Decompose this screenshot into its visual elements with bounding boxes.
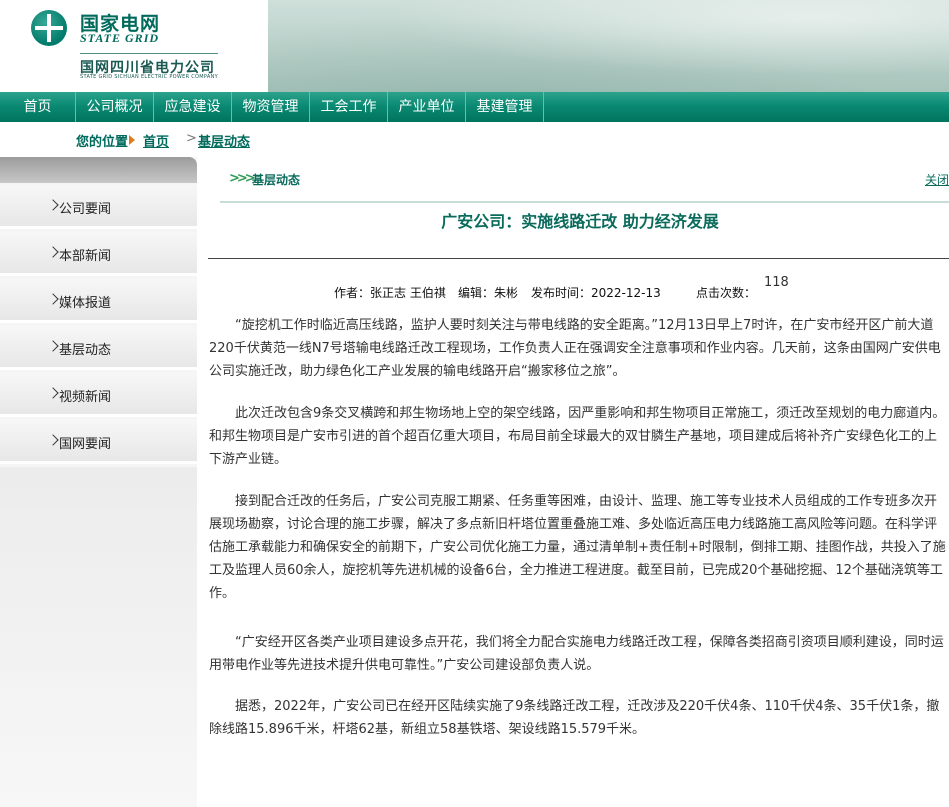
article-date: 发布时间：2022-12-13 — [531, 286, 661, 300]
sidebar-item-label: 基层动态 — [59, 343, 112, 358]
nav-item-construction[interactable]: 基建管理 — [466, 92, 544, 122]
section-title: 基层动态 — [252, 173, 301, 187]
main-nav: 首页 公司概况 应急建设 物资管理 工会工作 产业单位 基建管理 — [0, 92, 949, 122]
article-hits-count: 118 — [764, 275, 789, 290]
chevron-right-icon — [47, 246, 59, 258]
nav-item-materials[interactable]: 物资管理 — [232, 92, 310, 122]
sidebar-item-hq-news[interactable]: 本部新闻 — [0, 232, 197, 276]
sidebar-item-label: 公司要闻 — [59, 202, 112, 217]
chevron-right-icon — [47, 387, 59, 399]
logo-divider — [80, 53, 218, 54]
breadcrumb: 您的位置 首页 > 基层动态 — [0, 122, 949, 156]
sidebar-filler — [0, 467, 197, 807]
breadcrumb-arrow-icon — [129, 135, 135, 145]
chevron-right-icon — [47, 199, 59, 211]
article-paragraph: “旋挖机工作时临近高压线路，监护人要时刻关注与带电线路的安全距离。”12月13日… — [209, 318, 941, 379]
chevron-right-icon — [47, 293, 59, 305]
article-paragraph: “广安经开区各类产业项目建设多点开花，我们将全力配合实施电力线路迁改工程，保障各… — [209, 635, 944, 673]
article-author: 作者：张正志 王伯祺 — [334, 286, 446, 300]
sidebar-item-label: 国网要闻 — [59, 437, 112, 452]
sidebar-item-media[interactable]: 媒体报道 — [0, 279, 197, 323]
sidebar-item-grassroots[interactable]: 基层动态 — [0, 326, 197, 370]
breadcrumb-current-link[interactable]: 基层动态 — [198, 131, 250, 150]
nav-item-industry[interactable]: 产业单位 — [388, 92, 466, 122]
sidebar-item-label: 本部新闻 — [59, 249, 112, 264]
sidebar-item-label: 视频新闻 — [59, 390, 112, 405]
header-banner-image — [268, 0, 949, 92]
breadcrumb-separator-icon: > — [186, 131, 197, 146]
nav-item-union[interactable]: 工会工作 — [310, 92, 388, 122]
site-header: 国家电网 STATE GRID 国网四川省电力公司 STATE GRID SIC… — [0, 0, 949, 92]
breadcrumb-home-link[interactable]: 首页 — [143, 131, 169, 150]
breadcrumb-label: 您的位置 — [76, 135, 129, 150]
sidebar-header — [0, 157, 197, 183]
state-grid-logo-icon — [31, 10, 67, 46]
article-editor: 编辑：朱彬 — [458, 286, 519, 300]
sidebar-item-company-news[interactable]: 公司要闻 — [0, 185, 197, 229]
brand-name-en: STATE GRID — [80, 31, 160, 45]
article-paragraph: 据悉，2022年，广安公司已在经开区陆续实施了9条线路迁改工程，迁改涉及220千… — [209, 699, 940, 737]
sidebar-item-video[interactable]: 视频新闻 — [0, 373, 197, 417]
double-chevron-icon: >>> — [229, 171, 256, 186]
close-link[interactable]: 关闭 — [925, 171, 949, 188]
nav-item-home[interactable]: 首页 — [0, 92, 76, 122]
company-name-en: STATE GRID SICHUAN ELECTRIC POWER COMPAN… — [80, 74, 218, 80]
chevron-right-icon — [47, 434, 59, 446]
sidebar-item-label: 媒体报道 — [59, 296, 112, 311]
section-divider — [220, 201, 949, 203]
sidebar: 公司要闻 本部新闻 媒体报道 基层动态 视频新闻 国网要闻 — [0, 157, 197, 807]
sidebar-item-sgcc-news[interactable]: 国网要闻 — [0, 420, 197, 464]
article-hits-label: 点击次数： — [696, 286, 757, 300]
nav-item-company-overview[interactable]: 公司概况 — [76, 92, 154, 122]
main-content: >>> 基层动态 关闭 广安公司：实施线路迁改 助力经济发展 作者：张正志 王伯… — [200, 157, 949, 748]
article-divider — [208, 258, 949, 259]
logo-area[interactable]: 国家电网 STATE GRID 国网四川省电力公司 STATE GRID SIC… — [0, 0, 268, 92]
article-title: 广安公司：实施线路迁改 助力经济发展 — [441, 212, 719, 231]
article-paragraph: 此次迁改包含9条交叉横跨和邦生物场地上空的架空线路，因严重影响和邦生物项目正常施… — [209, 406, 946, 467]
nav-item-emergency[interactable]: 应急建设 — [154, 92, 232, 122]
chevron-right-icon — [47, 340, 59, 352]
article-paragraph: 接到配合迁改的任务后，广安公司克服工期紧、任务重等困难，由设计、监理、施工等专业… — [209, 494, 946, 601]
